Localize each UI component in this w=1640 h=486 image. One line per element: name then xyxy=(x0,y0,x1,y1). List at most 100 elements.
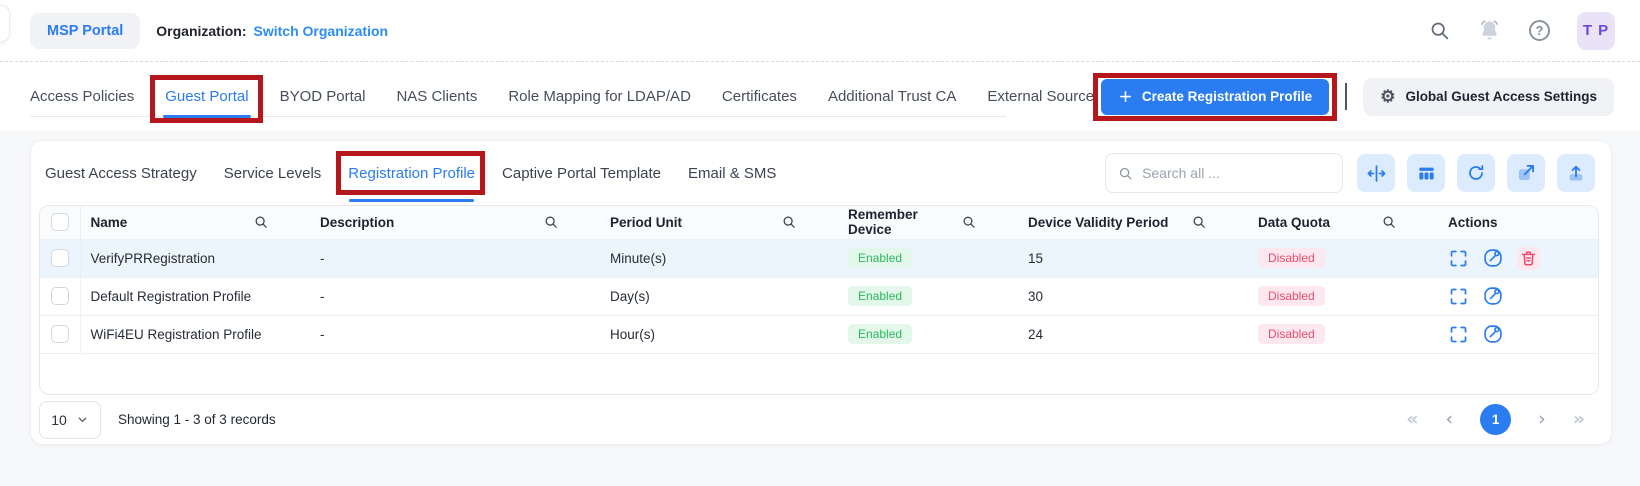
tab-access-policies[interactable]: Access Policies xyxy=(30,62,134,131)
search-all-input[interactable] xyxy=(1142,165,1330,181)
cell-description: - xyxy=(320,326,325,342)
create-registration-profile-button[interactable]: Create Registration Profile xyxy=(1092,72,1338,121)
edit-icon[interactable] xyxy=(1482,323,1504,345)
expand-row-icon[interactable] xyxy=(1448,286,1469,307)
cell-device-validity-period: 30 xyxy=(1028,288,1044,304)
column-header-actions: Actions xyxy=(1448,214,1498,230)
cell-device-validity-period: 15 xyxy=(1028,250,1044,266)
status-badge-enabled: Enabled xyxy=(848,248,913,268)
status-badge-enabled: Enabled xyxy=(848,286,913,306)
export-upload-icon[interactable] xyxy=(1557,154,1595,192)
subtab-service-levels[interactable]: Service Levels xyxy=(224,163,322,184)
cell-name: Default Registration Profile xyxy=(90,288,252,304)
msp-portal-button[interactable]: MSP Portal xyxy=(30,12,141,49)
tab-guest-portal[interactable]: Guest Portal xyxy=(150,62,263,131)
row-checkbox[interactable] xyxy=(50,249,69,267)
expand-row-icon[interactable] xyxy=(1448,248,1469,269)
refresh-icon[interactable] xyxy=(1457,154,1495,192)
cell-description: - xyxy=(320,288,325,304)
status-badge-disabled: Disabled xyxy=(1258,248,1325,268)
card-header: Guest Access Strategy Service Levels Reg… xyxy=(31,141,1611,205)
sidebar-edge-fragment xyxy=(0,5,10,42)
page-action-buttons: Create Registration Profile ⚙ Global Gue… xyxy=(1092,72,1640,121)
cell-name: WiFi4EU Registration Profile xyxy=(90,326,262,342)
help-icon[interactable]: ? xyxy=(1529,20,1550,41)
cell-name: VerifyPRRegistration xyxy=(90,250,216,266)
tab-role-mapping-ldap-ad[interactable]: Role Mapping for LDAP/AD xyxy=(508,62,691,131)
column-header-remember-device: Remember Device xyxy=(848,207,918,238)
tab-byod-portal[interactable]: BYOD Portal xyxy=(280,62,366,131)
status-badge-disabled: Disabled xyxy=(1258,286,1325,306)
table-row[interactable]: VerifyPRRegistration - Minute(s) Enabled… xyxy=(40,239,1598,277)
expand-row-icon[interactable] xyxy=(1448,324,1469,345)
subtab-email-sms[interactable]: Email & SMS xyxy=(688,163,776,184)
status-badge-enabled: Enabled xyxy=(848,324,913,344)
notifications-bell-icon[interactable] xyxy=(1477,18,1502,43)
open-external-icon[interactable] xyxy=(1507,154,1545,192)
next-page-icon[interactable]: › xyxy=(1538,410,1546,429)
select-all-checkbox[interactable] xyxy=(50,213,69,232)
column-search-icon[interactable] xyxy=(1192,215,1206,229)
search-icon[interactable] xyxy=(1429,20,1450,41)
delete-icon[interactable] xyxy=(1517,246,1540,270)
column-search-icon[interactable] xyxy=(782,215,796,229)
organization-name-link[interactable]: Switch Organization xyxy=(254,23,389,39)
gear-icon: ⚙ xyxy=(1380,87,1396,106)
column-resize-icon[interactable] xyxy=(1357,154,1395,192)
user-avatar[interactable]: T P xyxy=(1577,11,1615,50)
row-checkbox[interactable] xyxy=(50,325,69,343)
search-icon xyxy=(1119,167,1132,179)
registration-profile-table: Name Description Period Unit Remember De… xyxy=(39,205,1599,395)
first-page-icon[interactable]: « xyxy=(1406,410,1418,429)
top-header-bar: MSP Portal Organization: Switch Organiza… xyxy=(0,0,1640,62)
column-search-icon[interactable] xyxy=(254,215,268,229)
edit-icon[interactable] xyxy=(1482,285,1504,307)
row-checkbox[interactable] xyxy=(50,287,69,305)
edit-icon[interactable] xyxy=(1482,247,1504,269)
column-header-device-validity-period: Device Validity Period xyxy=(1028,214,1169,230)
cell-period-unit: Minute(s) xyxy=(610,250,667,266)
plus-icon xyxy=(1119,91,1131,102)
tab-nas-clients[interactable]: NAS Clients xyxy=(396,62,477,131)
column-search-icon[interactable] xyxy=(962,215,976,229)
table-row[interactable]: Default Registration Profile - Day(s) En… xyxy=(40,277,1598,315)
vertical-divider xyxy=(1345,83,1348,110)
subtab-captive-portal-template[interactable]: Captive Portal Template xyxy=(502,163,661,184)
main-content: Guest Access Strategy Service Levels Reg… xyxy=(0,131,1640,445)
previous-page-icon[interactable]: ‹ xyxy=(1446,410,1454,429)
primary-tabs: Access Policies Guest Portal BYOD Portal… xyxy=(0,62,1094,131)
secondary-tabs: Guest Access Strategy Service Levels Reg… xyxy=(45,150,776,202)
status-badge-disabled: Disabled xyxy=(1258,324,1325,344)
top-section: MSP Portal Organization: Switch Organiza… xyxy=(0,0,1640,131)
column-header-data-quota: Data Quota xyxy=(1258,214,1331,230)
tab-certificates[interactable]: Certificates xyxy=(722,62,797,131)
column-search-icon[interactable] xyxy=(544,215,558,229)
search-all-input-box xyxy=(1105,153,1343,193)
table-filler-row xyxy=(40,353,1598,394)
tab-additional-trust-ca[interactable]: Additional Trust CA xyxy=(828,62,956,131)
cell-device-validity-period: 24 xyxy=(1028,326,1044,342)
cell-period-unit: Day(s) xyxy=(610,288,650,304)
subtab-registration-profile[interactable]: Registration Profile xyxy=(336,150,486,202)
last-page-icon[interactable]: » xyxy=(1573,410,1585,429)
table-row[interactable]: WiFi4EU Registration Profile - Hour(s) E… xyxy=(40,315,1598,353)
cell-description: - xyxy=(320,250,325,266)
cell-period-unit: Hour(s) xyxy=(610,326,656,342)
guest-portal-card: Guest Access Strategy Service Levels Reg… xyxy=(30,140,1612,445)
column-header-period-unit: Period Unit xyxy=(610,214,683,230)
chevron-down-icon xyxy=(78,417,87,423)
records-summary: Showing 1 - 3 of 3 records xyxy=(118,412,276,427)
tab-external-source[interactable]: External Source xyxy=(987,62,1094,131)
current-page-button[interactable]: 1 xyxy=(1480,404,1512,435)
global-guest-access-settings-button[interactable]: ⚙ Global Guest Access Settings xyxy=(1363,77,1614,116)
active-subtab-indicator xyxy=(349,198,475,202)
primary-tab-bar: Access Policies Guest Portal BYOD Portal… xyxy=(0,62,1640,131)
column-search-icon[interactable] xyxy=(1382,215,1396,229)
column-header-name: Name xyxy=(90,214,128,230)
columns-settings-icon[interactable] xyxy=(1407,154,1445,192)
page-size-select[interactable]: 10 xyxy=(39,400,101,439)
header-right-cluster: ? T P xyxy=(1429,11,1640,50)
table-toolbar xyxy=(1357,154,1595,192)
subtab-guest-access-strategy[interactable]: Guest Access Strategy xyxy=(45,163,197,184)
table-header-row: Name Description Period Unit Remember De… xyxy=(40,206,1598,239)
